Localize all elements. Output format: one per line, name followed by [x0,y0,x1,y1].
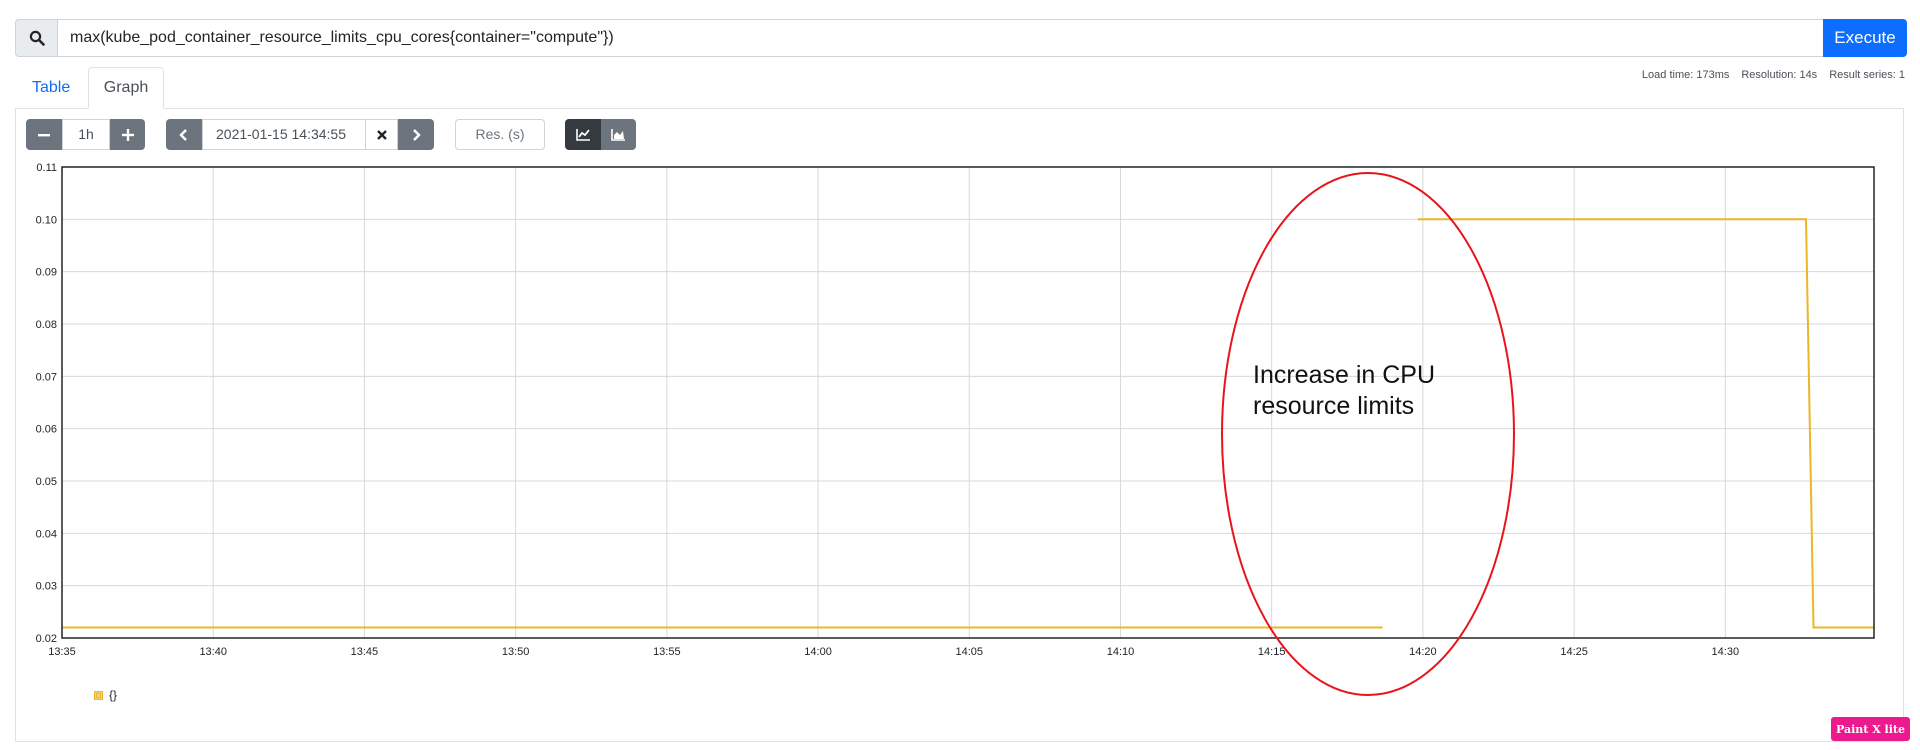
chevron-left-icon [179,128,187,141]
graph-panel [15,108,1904,742]
range-decrease-button[interactable] [26,119,62,150]
line-chart-icon [575,129,590,141]
time-back-button[interactable] [166,119,202,150]
paint-x-lite-badge: Paint X lite [1831,717,1910,741]
search-icon [29,30,45,46]
tab-graph[interactable]: Graph [88,67,164,109]
result-series: Result series: 1 [1829,69,1905,81]
area-chart-icon [611,129,625,141]
query-input[interactable]: max(kube_pod_container_resource_limits_c… [58,19,1823,57]
chevron-right-icon [413,128,421,141]
legend-swatch[interactable] [94,690,103,700]
tab-table[interactable]: Table [32,79,70,97]
resolution-input[interactable]: Res. (s) [455,119,545,150]
minus-icon [38,133,50,136]
search-addon [15,19,58,57]
execute-button[interactable]: Execute [1823,19,1907,57]
range-increase-button[interactable] [110,119,145,150]
range-input[interactable]: 1h [62,119,110,150]
resolution-stat: Resolution: 14s [1741,69,1818,81]
unstacked-button[interactable] [565,119,601,150]
stacked-button[interactable] [601,119,636,150]
close-icon [376,129,387,140]
legend-series-label[interactable]: {} [109,688,117,702]
end-time-input[interactable]: 2021-01-15 14:34:55 [202,119,366,150]
query-bar: max(kube_pod_container_resource_limits_c… [15,19,1907,57]
query-stats: Load time: 173ms Resolution: 14s Result … [1642,69,1905,81]
clear-time-button[interactable] [366,119,398,150]
time-forward-button[interactable] [398,119,434,150]
legend: {} [94,688,117,702]
load-time: Load time: 173ms [1641,69,1730,81]
plus-icon [121,128,134,141]
